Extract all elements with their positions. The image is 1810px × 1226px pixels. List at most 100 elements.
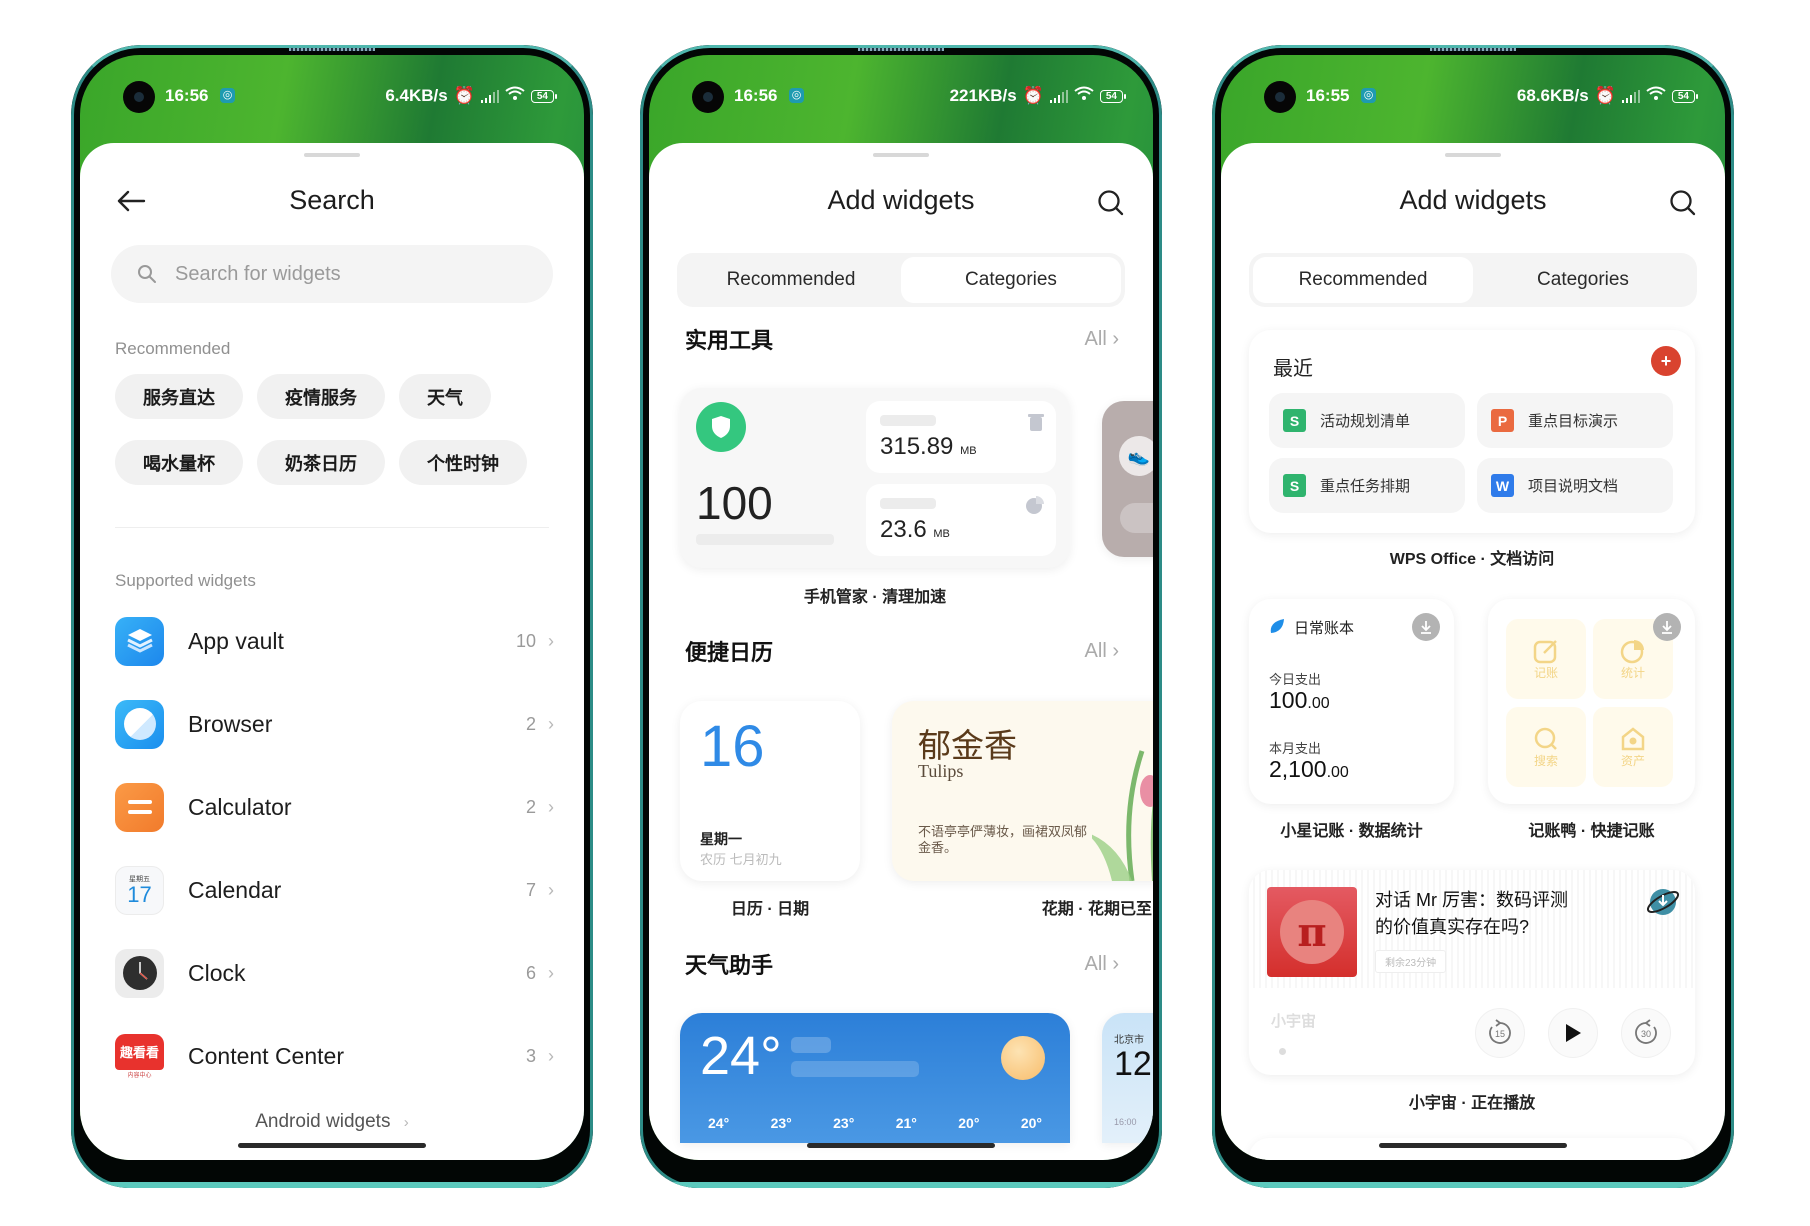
weather-city-widget-peek[interactable]: 北京市 12 16:00 — [1102, 1013, 1153, 1143]
earpiece-speaker — [858, 48, 944, 51]
list-item-content-center[interactable]: 趣看看 内容中心 Content Center 3 › — [115, 1025, 554, 1087]
chip-service[interactable]: 服务直达 — [115, 374, 243, 419]
chip-tea-calendar[interactable]: 奶茶日历 — [257, 440, 385, 485]
calculator-icon — [115, 782, 164, 832]
android-widgets-link[interactable]: Android widgets › — [80, 1111, 584, 1133]
house-icon — [1621, 726, 1645, 750]
search-input[interactable]: Search for widgets — [111, 245, 553, 303]
tab-recommended[interactable]: Recommended — [1253, 257, 1473, 303]
see-all-link[interactable]: All › — [1085, 640, 1119, 663]
svg-text:15: 15 — [1495, 1029, 1505, 1039]
see-all-link[interactable]: All › — [1085, 328, 1119, 351]
section-title: 便捷日历 — [685, 640, 774, 665]
quick-tile-assets[interactable]: 资产 — [1593, 707, 1673, 787]
cleaner-widget[interactable]: 100 315.89 MB 23.6 MB — [680, 388, 1070, 568]
rewind-15-icon: 15 — [1489, 1019, 1511, 1044]
search-icon — [1098, 190, 1124, 216]
tab-categories[interactable]: Categories — [901, 257, 1121, 303]
list-item-calculator[interactable]: Calculator 2 › — [115, 776, 554, 838]
date-widget[interactable]: 16 星期一 农历 七月初九 — [680, 701, 860, 881]
drag-handle[interactable] — [304, 153, 360, 157]
quick-ledger-widget[interactable]: 记账 统计 搜索 资产 — [1488, 599, 1695, 804]
home-indicator[interactable] — [807, 1143, 995, 1148]
tab-categories[interactable]: Categories — [1473, 257, 1693, 303]
recommended-chips-row-2: 喝水量杯 奶茶日历 个性时钟 — [115, 440, 527, 485]
quick-tile-search[interactable]: 搜索 — [1506, 707, 1586, 787]
drag-handle[interactable] — [1445, 153, 1501, 157]
search-icon — [138, 265, 156, 283]
podcast-player-widget[interactable]: π 对话 Mr 厉害：数码评测 的价值真实存在吗? 剩余23分钟 小宇宙 15 … — [1249, 870, 1695, 1075]
recent-doc-item[interactable]: P 重点目标演示 — [1477, 393, 1673, 448]
list-item-clock[interactable]: Clock 6 › — [115, 942, 554, 1004]
front-camera — [1264, 81, 1296, 113]
browser-icon — [115, 699, 164, 749]
recent-doc-item[interactable]: S 活动规划清单 — [1269, 393, 1465, 448]
play-button[interactable] — [1548, 1008, 1598, 1058]
tab-recommended[interactable]: Recommended — [681, 257, 901, 303]
list-item-app-vault[interactable]: App vault 10 › — [115, 610, 554, 672]
chip-epidemic[interactable]: 疫情服务 — [257, 374, 385, 419]
flower-poem: 不语亭亭俨薄妆，画裙双凤郁金香。 — [918, 824, 1088, 855]
divider — [115, 527, 549, 528]
download-icon[interactable] — [1653, 613, 1681, 641]
chip-water-cup[interactable]: 喝水量杯 — [115, 440, 243, 485]
see-all-link[interactable]: All › — [1085, 953, 1119, 976]
recent-doc-item[interactable]: S 重点任务排期 — [1269, 458, 1465, 513]
today-expense-value: 100.00 — [1269, 687, 1330, 713]
chevron-right-icon: › — [1112, 327, 1119, 350]
chevron-right-icon: › — [548, 962, 554, 983]
city-time: 16:00 — [1114, 1117, 1137, 1127]
quick-tile-record[interactable]: 记账 — [1506, 619, 1586, 699]
ledger-widget[interactable]: 日常账本 今日支出 100.00 本月支出 2,100.00 — [1249, 599, 1454, 804]
list-item-calendar[interactable]: 星期五 17 Calendar 7 › — [115, 859, 554, 921]
signal-icon — [480, 89, 499, 103]
drag-handle[interactable] — [873, 153, 929, 157]
widget-count: 10 — [515, 630, 536, 651]
junk-value: 315.89 — [880, 433, 954, 460]
chip-weather[interactable]: 天气 — [399, 374, 491, 419]
widget-caption: 小星记账 · 数据统计 — [1280, 823, 1423, 840]
recommended-chips-row-1: 服务直达 疫情服务 天气 — [115, 374, 491, 419]
list-item-browser[interactable]: Browser 2 › — [115, 693, 554, 755]
status-bar: 16:56 ◎ 221KB/s ⏰ 54 — [649, 77, 1153, 117]
section-header-tools: 实用工具 All › — [685, 323, 1119, 355]
wps-recent-widget[interactable]: 最近 + S 活动规划清单 P 重点目标演示 S 重点任务排期 W 项目说明文档 — [1249, 330, 1695, 533]
flower-widget[interactable]: 郁金香 Tulips 不语亭亭俨薄妆，画裙双凤郁金香。 — [892, 701, 1153, 881]
status-time: 16:56 — [165, 86, 209, 105]
chevron-right-icon: › — [548, 713, 554, 734]
download-icon[interactable] — [1412, 613, 1440, 641]
recent-doc-item[interactable]: W 项目说明文档 — [1477, 458, 1673, 513]
fitness-widget-peek[interactable]: 👟 — [1102, 401, 1153, 557]
network-speed: 221KB/s — [949, 86, 1017, 105]
weather-widget[interactable]: 24° 24° 23° 23° 21° 20° 20° — [680, 1013, 1070, 1143]
pie-chart-icon — [1620, 639, 1644, 663]
battery-indicator: 54 — [1671, 89, 1699, 103]
planet-download-icon[interactable] — [1645, 884, 1681, 920]
page-title: Add widgets — [1399, 185, 1547, 215]
calendar-icon: 星期五 17 — [115, 865, 164, 915]
play-icon — [1566, 1024, 1581, 1042]
chevron-right-icon: › — [548, 1045, 554, 1066]
search-button[interactable] — [1097, 189, 1125, 217]
alarm-icon: ⏰ — [1022, 86, 1044, 105]
rewind-15-button[interactable]: 15 — [1475, 1008, 1525, 1058]
wifi-icon — [1074, 86, 1094, 106]
app-vault-icon — [115, 616, 164, 666]
search-button[interactable] — [1669, 189, 1697, 217]
hourly-temp: 21° — [895, 1115, 917, 1131]
list-item-name: Calculator — [188, 793, 292, 820]
page-title: Search — [289, 185, 375, 215]
forward-30-button[interactable]: 30 — [1621, 1008, 1671, 1058]
widget-caption: 记账鸭 · 快捷记账 — [1528, 823, 1655, 840]
home-indicator[interactable] — [1379, 1143, 1567, 1148]
add-widget-badge-icon[interactable]: + — [1651, 346, 1681, 376]
chip-clock[interactable]: 个性时钟 — [399, 440, 527, 485]
earpiece-speaker — [1430, 48, 1516, 51]
widget-count: 3 — [525, 1045, 536, 1066]
widget-title: 最近 — [1273, 358, 1313, 380]
home-indicator[interactable] — [238, 1143, 426, 1148]
flower-name-en: Tulips — [918, 761, 964, 781]
podcast-app-name: 小宇宙 — [1271, 1013, 1317, 1030]
ledger-title: 日常账本 — [1294, 620, 1355, 637]
chevron-right-icon: › — [1112, 639, 1119, 662]
